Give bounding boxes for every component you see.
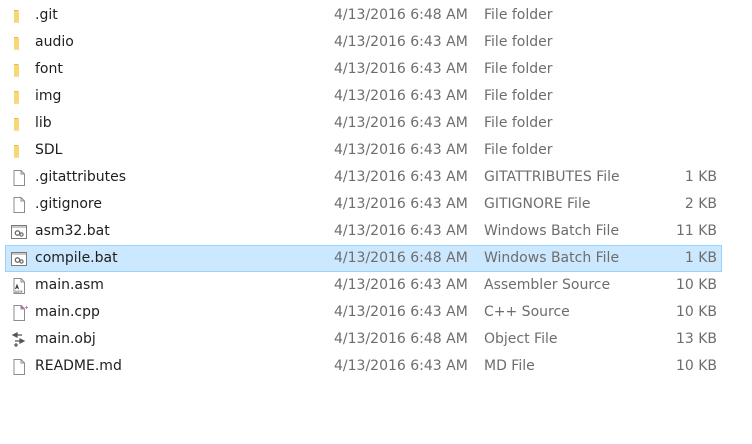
file-name: .git	[35, 7, 58, 23]
file-name: .gitignore	[35, 196, 102, 212]
file-name: README.md	[35, 358, 122, 374]
file-name: asm32.bat	[35, 223, 110, 239]
file-type: MD File	[484, 358, 535, 374]
file-list: .git 4/13/2016 6:48 AM File folder audio…	[0, 2, 752, 380]
folder-icon	[10, 61, 28, 79]
folder-icon	[10, 88, 28, 106]
file-row-selected[interactable]: compile.bat 4/13/2016 6:48 AM Windows Ba…	[0, 245, 752, 272]
file-row[interactable]: .gitattributes 4/13/2016 6:43 AM GITATTR…	[0, 164, 752, 191]
folder-icon	[10, 142, 28, 160]
batch-file-icon	[10, 223, 28, 241]
file-icon	[10, 358, 28, 376]
file-name: img	[35, 88, 62, 104]
file-row[interactable]: README.md 4/13/2016 6:43 AM MD File 10 K…	[0, 353, 752, 380]
file-date: 4/13/2016 6:43 AM	[334, 304, 468, 320]
file-type: File folder	[484, 61, 553, 77]
file-row[interactable]: main.obj 4/13/2016 6:48 AM Object File 1…	[0, 326, 752, 353]
file-size: 11 KB	[675, 223, 717, 239]
file-date: 4/13/2016 6:43 AM	[334, 34, 468, 50]
file-icon	[10, 169, 28, 187]
file-date: 4/13/2016 6:43 AM	[334, 277, 468, 293]
file-type: Windows Batch File	[484, 250, 620, 266]
file-date: 4/13/2016 6:43 AM	[334, 196, 468, 212]
file-size: 1 KB	[684, 169, 717, 185]
batch-file-icon	[10, 250, 28, 268]
file-size: 13 KB	[675, 331, 717, 347]
svg-text:++: ++	[20, 305, 28, 311]
folder-icon	[10, 115, 28, 133]
file-row[interactable]: ++ main.cpp 4/13/2016 6:43 AM C++ Source…	[0, 299, 752, 326]
asm-file-icon: ASM	[10, 277, 28, 295]
file-name: lib	[35, 115, 52, 131]
file-date: 4/13/2016 6:43 AM	[334, 358, 468, 374]
file-row[interactable]: lib 4/13/2016 6:43 AM File folder	[0, 110, 752, 137]
folder-icon	[10, 7, 28, 25]
file-type: GITIGNORE File	[484, 196, 591, 212]
file-row[interactable]: asm32.bat 4/13/2016 6:43 AM Windows Batc…	[0, 218, 752, 245]
file-row[interactable]: audio 4/13/2016 6:43 AM File folder	[0, 29, 752, 56]
folder-icon	[10, 34, 28, 52]
file-type: GITATTRIBUTES File	[484, 169, 620, 185]
file-date: 4/13/2016 6:43 AM	[334, 223, 468, 239]
file-name: audio	[35, 34, 74, 50]
svg-text:ASM: ASM	[15, 290, 23, 294]
file-name: main.obj	[35, 331, 96, 347]
file-type: File folder	[484, 115, 553, 131]
file-type: File folder	[484, 34, 553, 50]
file-row[interactable]: .gitignore 4/13/2016 6:43 AM GITIGNORE F…	[0, 191, 752, 218]
file-row[interactable]: ASM main.asm 4/13/2016 6:43 AM Assembler…	[0, 272, 752, 299]
file-type: Assembler Source	[484, 277, 611, 293]
file-size: 10 KB	[675, 358, 717, 374]
file-date: 4/13/2016 6:43 AM	[334, 61, 468, 77]
file-name: main.asm	[35, 277, 104, 293]
file-name: SDL	[35, 142, 63, 158]
file-row[interactable]: SDL 4/13/2016 6:43 AM File folder	[0, 137, 752, 164]
obj-file-icon	[10, 331, 28, 349]
file-size: 10 KB	[675, 304, 717, 320]
file-size: 2 KB	[684, 196, 717, 212]
file-size: 10 KB	[675, 277, 717, 293]
file-date: 4/13/2016 6:48 AM	[334, 250, 468, 266]
file-type: Windows Batch File	[484, 223, 620, 239]
file-type: File folder	[484, 142, 553, 158]
file-date: 4/13/2016 6:48 AM	[334, 7, 468, 23]
file-name: font	[35, 61, 63, 77]
file-name: main.cpp	[35, 304, 100, 320]
cpp-file-icon: ++	[10, 304, 28, 322]
file-name: .gitattributes	[35, 169, 127, 185]
file-date: 4/13/2016 6:48 AM	[334, 331, 468, 347]
file-icon	[10, 196, 28, 214]
file-date: 4/13/2016 6:43 AM	[334, 115, 468, 131]
file-type: File folder	[484, 88, 553, 104]
file-date: 4/13/2016 6:43 AM	[334, 169, 468, 185]
file-size: 1 KB	[684, 250, 717, 266]
file-row[interactable]: font 4/13/2016 6:43 AM File folder	[0, 56, 752, 83]
file-row[interactable]: .git 4/13/2016 6:48 AM File folder	[0, 2, 752, 29]
file-type: Object File	[484, 331, 558, 347]
file-date: 4/13/2016 6:43 AM	[334, 142, 468, 158]
file-type: File folder	[484, 7, 553, 23]
file-type: C++ Source	[484, 304, 570, 320]
file-date: 4/13/2016 6:43 AM	[334, 88, 468, 104]
file-row[interactable]: img 4/13/2016 6:43 AM File folder	[0, 83, 752, 110]
file-name: compile.bat	[35, 250, 118, 266]
